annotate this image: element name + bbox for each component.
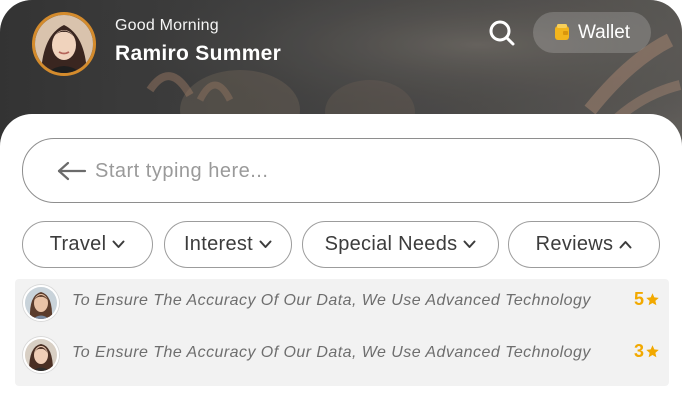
search-input[interactable] — [95, 153, 635, 189]
chevron-down-icon — [112, 240, 125, 248]
reviewer-photo — [25, 287, 57, 319]
filter-label: Special Needs — [324, 233, 458, 255]
filter-special-needs[interactable]: Special Needs — [302, 221, 499, 268]
review-rating: 5 — [634, 289, 660, 310]
review-item[interactable]: To Ensure The Accuracy Of Our Data, We U… — [15, 331, 669, 381]
star-icon — [646, 345, 659, 358]
greeting-text: Good Morning — [115, 17, 219, 34]
review-rating: 3 — [634, 341, 660, 362]
review-text: To Ensure The Accuracy Of Our Data, We U… — [72, 344, 591, 361]
chevron-down-icon — [259, 240, 272, 248]
review-item[interactable]: To Ensure The Accuracy Of Our Data, We U… — [15, 279, 669, 329]
filter-travel[interactable]: Travel — [22, 221, 153, 268]
chevron-down-icon — [463, 240, 476, 248]
content-sheet: Travel Interest Special Needs Reviews — [0, 114, 682, 402]
chevron-up-icon — [619, 241, 632, 249]
search-field[interactable] — [22, 138, 660, 203]
star-icon — [646, 293, 659, 306]
filter-label: Reviews — [535, 233, 614, 255]
reviewer-avatar — [23, 337, 59, 373]
filter-label: Interest — [183, 233, 254, 255]
wallet-icon — [554, 24, 569, 40]
wallet-label: Wallet — [577, 21, 631, 43]
filter-reviews[interactable]: Reviews — [508, 221, 660, 268]
rating-value: 3 — [634, 341, 645, 361]
filter-label: Travel — [49, 233, 107, 255]
user-avatar-image — [35, 15, 93, 73]
search-button[interactable] — [486, 17, 518, 49]
filter-interest[interactable]: Interest — [164, 221, 292, 268]
user-avatar[interactable] — [32, 12, 96, 76]
search-icon — [489, 20, 515, 46]
reviewer-avatar — [23, 285, 59, 321]
reviewer-photo — [25, 339, 57, 371]
wallet-button[interactable]: Wallet — [533, 12, 651, 53]
reviews-list: To Ensure The Accuracy Of Our Data, We U… — [15, 279, 669, 386]
arrow-left-icon[interactable] — [57, 161, 87, 181]
rating-value: 5 — [634, 289, 645, 309]
review-text: To Ensure The Accuracy Of Our Data, We U… — [72, 292, 591, 309]
user-name: Ramiro Summer — [115, 42, 282, 65]
